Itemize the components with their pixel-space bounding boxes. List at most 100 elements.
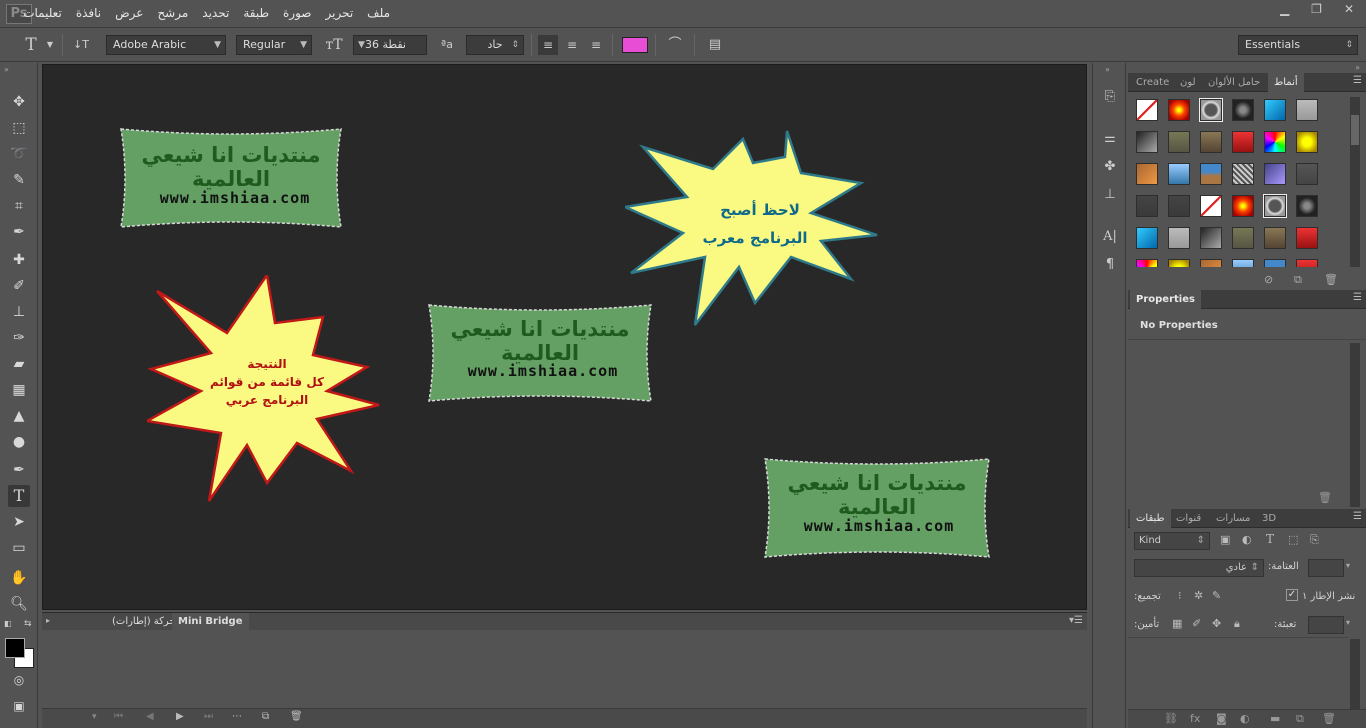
style-preset-swatch[interactable] (1200, 131, 1222, 153)
gradient-tool-icon[interactable]: ▦ (8, 379, 30, 401)
character-panel-icon[interactable]: A| (1100, 227, 1120, 247)
preset-dropdown-arrow-icon[interactable]: ▼ (44, 35, 56, 55)
style-preset-swatch[interactable] (1296, 131, 1318, 153)
style-preset-swatch[interactable] (1168, 227, 1190, 249)
lock-transparency-icon[interactable]: ▦ (1172, 617, 1182, 630)
marquee-tool-icon[interactable]: ⬚ (8, 117, 30, 139)
tab-channels[interactable]: قنوات (1170, 509, 1207, 528)
delete-frame-icon[interactable]: 🗑︎ (290, 711, 303, 722)
fill-field[interactable] (1308, 616, 1344, 634)
panel-menu-icon[interactable]: ▾☰ (1069, 615, 1083, 626)
lasso-tool-icon[interactable]: ➰ (8, 143, 30, 165)
collapse-icon[interactable]: » (1105, 65, 1110, 74)
path-selection-tool-icon[interactable]: ➤ (8, 511, 30, 533)
style-preset-swatch[interactable] (1168, 259, 1190, 267)
foreground-color-swatch[interactable] (5, 638, 25, 658)
adjustments-panel-icon[interactable]: ⚌ (1100, 129, 1120, 149)
panel-menu-icon[interactable]: ☰ (1353, 292, 1362, 303)
style-preset-swatch[interactable] (1264, 259, 1286, 267)
blend-mode-select[interactable]: عادي ⇕ (1134, 559, 1264, 577)
collapse-icon[interactable]: ▸ (46, 616, 50, 625)
fx-icon[interactable]: fx (1190, 712, 1200, 725)
style-preset-swatch[interactable] (1136, 195, 1158, 217)
history-brush-tool-icon[interactable]: ✑ (8, 327, 30, 349)
document-canvas[interactable]: منتديات انا شيعي العالمية www.imshiaa.co… (42, 64, 1087, 610)
workspace-select[interactable]: Essentials ⇕ (1238, 35, 1358, 55)
style-preset-swatch[interactable] (1264, 227, 1286, 249)
pen-tool-icon[interactable]: ✒ (8, 459, 30, 481)
menu-window[interactable]: نافذة (76, 6, 101, 20)
minimize-button[interactable]: ▁ (1280, 2, 1289, 16)
next-frame-icon[interactable]: ⏭ (204, 711, 213, 722)
healing-brush-tool-icon[interactable]: ✚ (8, 249, 30, 271)
menu-image[interactable]: صورة (283, 6, 311, 20)
filter-pixel-icon[interactable]: ▣ (1220, 533, 1230, 546)
filter-adjustment-icon[interactable]: ◐ (1242, 533, 1252, 546)
font-style-select[interactable]: Regular ▼ (236, 35, 312, 55)
unify-style-icon[interactable]: ✎ (1212, 589, 1221, 602)
style-preset-swatch[interactable] (1296, 163, 1318, 185)
move-tool-icon[interactable]: ✥ (8, 91, 30, 113)
layer-filter-select[interactable]: Kind ⇕ (1134, 532, 1210, 550)
tab-styles[interactable]: أنماط (1268, 73, 1304, 92)
opacity-field[interactable] (1308, 559, 1344, 577)
lock-pixels-icon[interactable]: ✐ (1192, 617, 1201, 630)
filter-shape-icon[interactable]: ⬚ (1288, 533, 1298, 546)
screen-mode-icon[interactable]: ▣ (8, 695, 30, 717)
filter-smart-object-icon[interactable]: ⎘ (1310, 533, 1319, 547)
restore-button[interactable]: ❐ (1311, 2, 1322, 16)
default-colors-icon[interactable]: ◧ (4, 619, 12, 628)
clear-style-icon[interactable]: ⊘ (1264, 273, 1273, 286)
menu-layer[interactable]: طبقة (243, 6, 269, 20)
tween-icon[interactable]: ⋯ (232, 711, 242, 722)
shape-tool-icon[interactable]: ▭ (8, 537, 30, 559)
style-preset-swatch[interactable] (1168, 99, 1190, 121)
new-layer-icon[interactable]: ⧉ (1296, 712, 1304, 726)
tab-3d[interactable]: 3D (1256, 509, 1282, 528)
link-layers-icon[interactable]: ⛓︎ (1164, 712, 1178, 725)
eyedropper-tool-icon[interactable]: ✒ (8, 221, 30, 243)
chevron-down-icon[interactable]: ▾ (1346, 618, 1350, 627)
style-preset-swatch[interactable] (1136, 163, 1158, 185)
delete-style-icon[interactable]: 🗑︎ (1324, 273, 1338, 286)
styles-scrollbar[interactable] (1350, 97, 1360, 267)
style-preset-swatch[interactable] (1264, 99, 1286, 121)
style-preset-swatch[interactable] (1168, 163, 1190, 185)
style-preset-swatch[interactable] (1200, 227, 1222, 249)
brush-tool-icon[interactable]: ✐ (8, 275, 30, 297)
brush-presets-panel-icon[interactable]: ✤ (1100, 157, 1120, 177)
clone-stamp-tool-icon[interactable]: ⊥ (8, 301, 30, 323)
quick-mask-icon[interactable]: ◎ (8, 669, 30, 691)
type-tool-icon[interactable]: T (8, 485, 30, 507)
align-center-icon[interactable]: ≡ (562, 35, 582, 55)
lock-all-icon[interactable]: 🔒︎ (1234, 617, 1240, 631)
loop-select-icon[interactable]: ▾ (92, 712, 97, 722)
dodge-tool-icon[interactable]: ● (8, 431, 30, 453)
close-button[interactable]: ✕ (1344, 2, 1354, 16)
crop-tool-icon[interactable]: ⌗ (8, 195, 30, 217)
text-color-swatch[interactable] (622, 37, 648, 53)
style-preset-swatch[interactable] (1232, 99, 1254, 121)
tab-layers[interactable]: طبقات (1130, 509, 1171, 528)
style-preset-swatch[interactable] (1136, 131, 1158, 153)
type-tool-preset-icon[interactable]: T (18, 35, 44, 55)
eraser-tool-icon[interactable]: ▰ (8, 353, 30, 375)
warp-text-icon[interactable]: ⌒ (664, 35, 686, 55)
style-preset-swatch[interactable] (1200, 259, 1222, 267)
style-preset-swatch[interactable] (1232, 131, 1254, 153)
hand-tool-icon[interactable]: ✋ (8, 567, 30, 589)
properties-delete-icon[interactable]: 🗑︎ (1318, 491, 1332, 504)
lock-position-icon[interactable]: ✥ (1212, 617, 1221, 630)
new-group-icon[interactable]: ▬ (1270, 712, 1280, 725)
font-family-select[interactable]: Adobe Arabic ▼ (106, 35, 226, 55)
add-mask-icon[interactable]: ◙ (1216, 712, 1227, 725)
text-orientation-icon[interactable]: ↓T (70, 35, 92, 55)
first-frame-icon[interactable]: ⏮ (114, 711, 123, 722)
filter-type-icon[interactable]: T (1266, 532, 1274, 546)
style-preset-swatch[interactable] (1264, 131, 1286, 153)
previous-frame-icon[interactable]: ◀ (146, 711, 154, 722)
swap-colors-icon[interactable]: ⇆ (24, 619, 32, 629)
style-preset-swatch[interactable] (1136, 227, 1158, 249)
tab-properties[interactable]: Properties (1130, 290, 1201, 309)
new-style-icon[interactable]: ⧉ (1294, 273, 1302, 287)
